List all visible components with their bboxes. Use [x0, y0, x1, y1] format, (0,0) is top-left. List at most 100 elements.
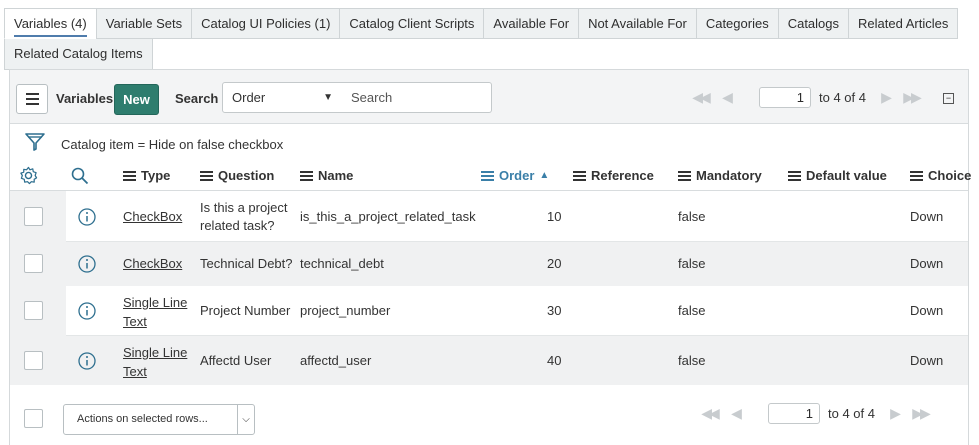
row-checkbox[interactable] [24, 254, 43, 273]
row-checkbox[interactable] [24, 351, 43, 370]
caret-down-icon: ▼ [323, 92, 333, 103]
tab-label: Variables (4) [14, 16, 87, 37]
column-label: Mandatory [696, 168, 762, 183]
question-cell: Affectd User [200, 353, 272, 368]
search-input[interactable] [342, 82, 492, 113]
tab-variable-sets[interactable]: Variable Sets [95, 8, 192, 39]
tab-categories[interactable]: Categories [695, 8, 778, 39]
search-field-value: Order [232, 90, 266, 105]
name-cell: is_this_a_project_related_task [300, 209, 476, 224]
column-header-reference[interactable]: Reference [573, 168, 654, 183]
column-menu-icon[interactable] [200, 170, 213, 181]
column-menu-icon[interactable] [123, 170, 136, 181]
search-icon[interactable] [71, 167, 89, 185]
column-header-question[interactable]: Question [200, 168, 274, 183]
order-cell: 20 [547, 256, 562, 271]
gear-icon[interactable] [19, 166, 38, 185]
top-pager: ◀◀ ◀ 1 to 4 of 4 ▶ ▶▶ [687, 87, 924, 108]
info-icon[interactable] [78, 255, 96, 273]
prev-page-icon[interactable]: ◀ [722, 405, 748, 422]
choice-cell: Down [910, 303, 944, 318]
next-page-icon[interactable]: ▶ [872, 89, 898, 106]
mandatory-cell: false [678, 353, 706, 368]
tab-catalog-client-scripts[interactable]: Catalog Client Scripts [339, 8, 484, 39]
tab-catalog-ui-policies[interactable]: Catalog UI Policies (1) [191, 8, 340, 39]
table-row: Single Line Text Project Number project_… [10, 286, 968, 336]
first-page-icon[interactable]: ◀◀ [687, 89, 713, 106]
row-checkbox[interactable] [24, 301, 43, 320]
sort-ascending-icon: ▲ [539, 170, 550, 181]
question-cell: Is this a project related task? [200, 200, 288, 233]
row-checkbox[interactable] [24, 207, 43, 226]
last-page-icon[interactable]: ▶▶ [898, 89, 924, 106]
column-menu-icon[interactable] [788, 170, 801, 181]
page-range-text: to 4 of 4 [819, 90, 866, 105]
actions-select[interactable]: Actions on selected rows... ⌵ [63, 404, 255, 435]
column-header-name[interactable]: Name [300, 168, 353, 183]
table-row: Single Line Text Affectd User affectd_us… [10, 336, 968, 385]
new-button[interactable]: New [114, 84, 159, 115]
column-menu-icon[interactable] [481, 170, 494, 181]
question-cell: Project Number [200, 303, 291, 318]
last-page-icon[interactable]: ▶▶ [907, 405, 933, 422]
column-menu-icon[interactable] [300, 170, 313, 181]
select-all-checkbox[interactable] [24, 409, 43, 428]
table-row: CheckBox Is this a project related task?… [10, 191, 968, 242]
next-page-icon[interactable]: ▶ [881, 405, 907, 422]
column-label: Type [141, 168, 171, 183]
mandatory-cell: false [678, 303, 706, 318]
info-icon[interactable] [78, 352, 96, 370]
column-label: Choice [928, 168, 972, 183]
column-label: Order [499, 168, 535, 183]
prev-page-icon[interactable]: ◀ [713, 89, 739, 106]
column-label: Question [218, 168, 275, 183]
page-number-input[interactable]: 1 [759, 87, 811, 108]
filter-breadcrumb[interactable]: Catalog item = Hide on false checkbox [61, 137, 283, 152]
tab-catalogs[interactable]: Catalogs [777, 8, 849, 39]
name-cell: affectd_user [300, 353, 372, 368]
choice-cell: Down [910, 256, 944, 271]
type-link[interactable]: Single Line Text [123, 293, 189, 331]
tab-variables[interactable]: Variables (4) [4, 8, 96, 39]
column-menu-icon[interactable] [910, 170, 923, 181]
tab-row-2: Related Catalog Items [4, 39, 894, 70]
column-label: Reference [591, 168, 654, 183]
list-menu-button[interactable] [16, 84, 48, 114]
variables-list-panel: Variables New Search Order ▼ ◀◀ ◀ 1 to 4… [9, 69, 971, 445]
tab-related-catalog-items[interactable]: Related Catalog Items [4, 39, 153, 70]
choice-cell: Down [910, 209, 944, 224]
column-header-order[interactable]: Order ▲ [481, 168, 549, 183]
hamburger-icon [25, 93, 39, 95]
column-header-mandatory[interactable]: Mandatory [678, 168, 762, 183]
name-cell: project_number [300, 303, 391, 318]
page-range-text: to 4 of 4 [828, 406, 875, 421]
filter-icon[interactable] [25, 132, 45, 152]
page-number-input[interactable]: 1 [768, 403, 820, 424]
actions-placeholder: Actions on selected rows... [77, 413, 208, 425]
name-cell: technical_debt [300, 256, 384, 271]
tab-not-available-for[interactable]: Not Available For [578, 8, 696, 39]
type-link[interactable]: CheckBox [123, 209, 182, 224]
column-menu-icon[interactable] [573, 170, 586, 181]
mandatory-cell: false [678, 209, 706, 224]
type-link[interactable]: Single Line Text [123, 343, 189, 381]
search-label: Search [175, 91, 219, 106]
column-menu-icon[interactable] [678, 170, 691, 181]
search-field-select[interactable]: Order ▼ [222, 82, 343, 113]
column-header-default-value[interactable]: Default value [788, 168, 887, 183]
info-icon[interactable] [78, 302, 96, 320]
tab-related-articles[interactable]: Related Articles [848, 8, 959, 39]
column-label: Default value [806, 168, 887, 183]
collapse-icon[interactable]: − [943, 93, 954, 104]
order-cell: 40 [547, 353, 562, 368]
column-header-choice[interactable]: Choice [910, 168, 971, 183]
column-header-type[interactable]: Type [123, 168, 170, 183]
type-link[interactable]: CheckBox [123, 256, 182, 271]
tab-row-1: Variables (4) Variable Sets Catalog UI P… [4, 8, 959, 39]
list-title: Variables [56, 91, 114, 106]
first-page-icon[interactable]: ◀◀ [696, 405, 722, 422]
info-icon[interactable] [78, 208, 96, 226]
mandatory-cell: false [678, 256, 706, 271]
tab-available-for[interactable]: Available For [483, 8, 579, 39]
list-toolbar: Variables New Search Order ▼ ◀◀ ◀ 1 to 4… [10, 70, 968, 124]
